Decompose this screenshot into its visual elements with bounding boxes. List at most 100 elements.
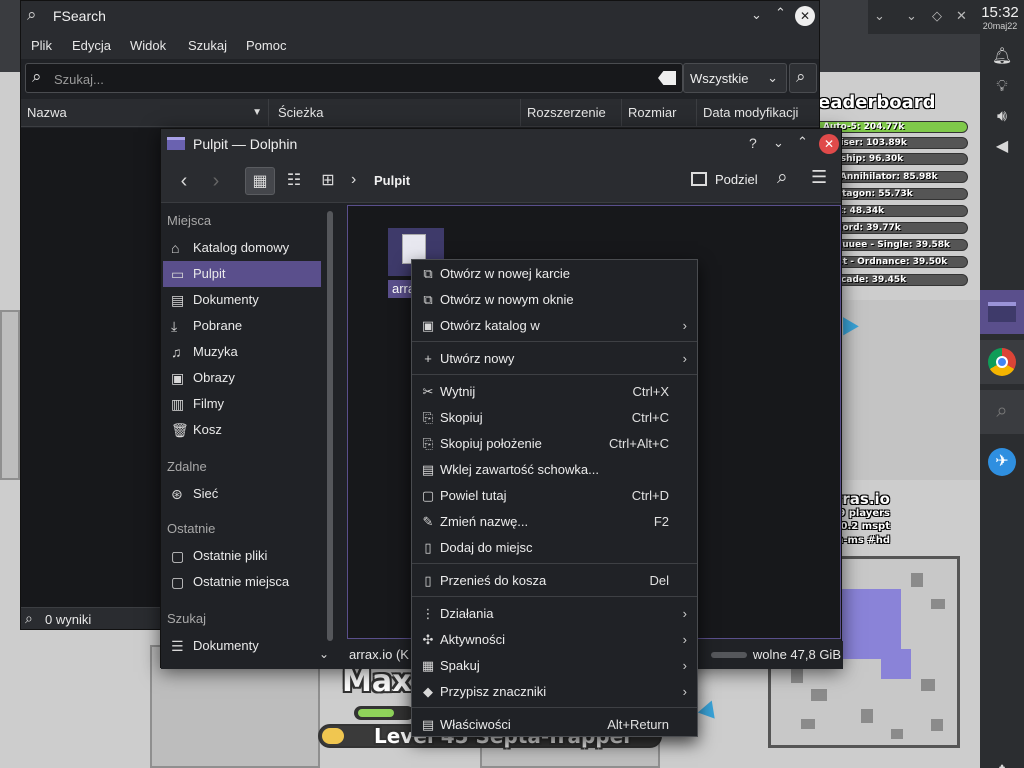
results-count: 0 wyniki bbox=[45, 612, 92, 627]
filter-select[interactable]: Wszystkie ⌄ bbox=[683, 63, 787, 93]
remote-header: Zdalne bbox=[167, 459, 207, 474]
close-icon[interactable]: ✕ bbox=[819, 134, 839, 154]
task-app[interactable]: ✈ bbox=[980, 440, 1024, 484]
folder-icon bbox=[167, 137, 185, 150]
menu-help[interactable]: Pomoc bbox=[246, 38, 286, 53]
sort-down-icon: ▼ bbox=[252, 107, 262, 118]
maximize-icon[interactable]: ⌃ bbox=[775, 5, 786, 21]
search-button[interactable]: ⌕ bbox=[789, 63, 817, 93]
place-trash[interactable]: 🗑︎ Kosz bbox=[163, 417, 321, 443]
menu-move-to-trash[interactable]: ▯ Przenieś do kosza Del bbox=[412, 568, 697, 594]
search-icon: ⌕ bbox=[25, 610, 33, 626]
place-recent-locations[interactable]: ▢ Ostatnie miejsca bbox=[163, 569, 321, 595]
place-label: Obrazy bbox=[193, 370, 235, 385]
shortcut: Ctrl+D bbox=[631, 488, 669, 503]
menu-properties[interactable]: ▤ Właściwości Alt+Return bbox=[412, 712, 697, 738]
col-extension[interactable]: Rozszerzenie bbox=[521, 99, 622, 127]
maximize-icon[interactable]: ⌃ bbox=[797, 134, 808, 150]
menu-open-folder-in[interactable]: ▣ Otwórz katalog w › bbox=[412, 313, 697, 339]
menu-assign-tags[interactable]: ◆ Przypisz znaczniki › bbox=[412, 679, 697, 705]
music-icon: ♫ bbox=[171, 344, 182, 360]
fsearch-titlebar[interactable]: ⌕ FSearch ⌄ ⌃ ✕ bbox=[21, 1, 819, 31]
place-recent-files[interactable]: ▢ Ostatnie pliki bbox=[163, 543, 321, 569]
chevron-down-icon[interactable]: ⌄ bbox=[906, 8, 917, 24]
menu-open-new-window[interactable]: ⧉ Otwórz w nowym oknie bbox=[412, 287, 697, 313]
minimize-icon[interactable]: ⌄ bbox=[773, 135, 784, 151]
copy-location-icon: ⎘ bbox=[422, 436, 434, 451]
plus-icon: + bbox=[424, 351, 432, 366]
chevron-down-icon[interactable]: ⌄ bbox=[874, 8, 885, 24]
menu-open-new-tab[interactable]: ⧉ Otwórz w nowej karcie bbox=[412, 261, 697, 287]
clear-icon[interactable] bbox=[658, 71, 676, 85]
task-fsearch[interactable]: ⌕ bbox=[980, 390, 1024, 434]
place-network[interactable]: ⊛ Sieć bbox=[163, 481, 321, 507]
close-icon[interactable]: ✕ bbox=[795, 6, 815, 26]
shortcut: Ctrl+C bbox=[631, 410, 669, 425]
diamond-icon[interactable]: ◇ bbox=[932, 8, 942, 24]
results-list[interactable] bbox=[21, 128, 161, 608]
actions-icon: ⋮ bbox=[421, 606, 435, 621]
place-videos[interactable]: ▥ Filmy bbox=[163, 391, 321, 417]
place-music[interactable]: ♫ Muzyka bbox=[163, 339, 321, 365]
menu-cut[interactable]: ✂ Wytnij Ctrl+X bbox=[412, 379, 697, 405]
task-chrome[interactable] bbox=[980, 340, 1024, 384]
place-label: Filmy bbox=[193, 396, 225, 411]
menu-file[interactable]: Plik bbox=[31, 38, 52, 53]
forward-button[interactable]: › bbox=[201, 167, 231, 195]
col-size[interactable]: Rozmiar bbox=[622, 99, 697, 127]
chevron-right-icon: › bbox=[351, 171, 357, 188]
task-dolphin[interactable] bbox=[980, 290, 1024, 334]
rename-icon: ✎ bbox=[422, 514, 434, 529]
hamburger-menu-icon[interactable]: ☰ bbox=[811, 167, 827, 188]
breadcrumb[interactable]: Pulpit bbox=[374, 173, 410, 188]
col-name[interactable]: Nazwa ▼ bbox=[21, 99, 269, 127]
split-button[interactable]: Podziel bbox=[715, 172, 758, 187]
col-modified[interactable]: Data modyfikacji bbox=[697, 99, 821, 127]
search-documents[interactable]: ☰ Dokumenty bbox=[163, 633, 321, 659]
move-icon[interactable]: ✥ bbox=[980, 762, 1024, 768]
icons-view-button[interactable]: ▦ bbox=[245, 167, 275, 195]
places-scrollbar[interactable] bbox=[327, 211, 333, 641]
menu-create-new[interactable]: + Utwórz nowy › bbox=[412, 346, 697, 372]
lightbulb-icon[interactable]: 💡︎ bbox=[980, 78, 1024, 96]
close-icon[interactable]: ✕ bbox=[956, 8, 967, 24]
search-input[interactable] bbox=[54, 70, 634, 88]
place-pictures[interactable]: ▣ Obrazy bbox=[163, 365, 321, 391]
new-tab-icon: ⧉ bbox=[423, 266, 433, 281]
place-home[interactable]: ⌂ Katalog domowy bbox=[163, 235, 321, 261]
search-icon[interactable]: ⌕ bbox=[777, 167, 788, 189]
col-path[interactable]: Ścieżka bbox=[272, 99, 521, 127]
menu-edit[interactable]: Edycja bbox=[72, 38, 111, 53]
menu-copy[interactable]: ⎘ Skopiuj Ctrl+C bbox=[412, 405, 697, 431]
menu-actions[interactable]: ⋮ Działania › bbox=[412, 601, 697, 627]
volume-icon[interactable]: 🔊︎ bbox=[980, 108, 1024, 126]
place-documents[interactable]: ▤ Dokumenty bbox=[163, 287, 321, 313]
help-icon[interactable]: ? bbox=[749, 135, 757, 151]
menu-activities[interactable]: ✣ Aktywności › bbox=[412, 627, 697, 653]
details-view-button[interactable]: ☷ bbox=[279, 167, 309, 195]
menu-duplicate[interactable]: ▢ Powiel tutaj Ctrl+D bbox=[412, 483, 697, 509]
menu-add-to-places[interactable]: ▯ Dodaj do miejsc bbox=[412, 535, 697, 561]
home-icon: ⌂ bbox=[171, 240, 180, 256]
place-desktop[interactable]: ▭ Pulpit bbox=[163, 261, 321, 287]
menu-view[interactable]: Widok bbox=[130, 38, 166, 53]
menu-copy-location[interactable]: ⎘ Skopiuj położenie Ctrl+Alt+C bbox=[412, 431, 697, 457]
arrow-left-icon[interactable]: ◀ bbox=[980, 136, 1024, 156]
places-header: Miejsca bbox=[167, 213, 212, 228]
minimize-icon[interactable]: ⌄ bbox=[751, 7, 762, 23]
chevron-right-icon: › bbox=[682, 658, 687, 673]
clock[interactable]: 15:32 20maj22 bbox=[980, 4, 1020, 31]
menu-paste[interactable]: ▤ Wklej zawartość schowka... bbox=[412, 457, 697, 483]
menubar: Plik Edycja Widok Szukaj Pomoc bbox=[21, 31, 819, 59]
menu-rename[interactable]: ✎ Zmień nazwę... F2 bbox=[412, 509, 697, 535]
tree-view-button[interactable]: ⊞ bbox=[313, 167, 343, 195]
clock-date: 20maj22 bbox=[982, 21, 1018, 31]
back-button[interactable]: ‹ bbox=[169, 167, 199, 195]
dolphin-titlebar[interactable]: Pulpit — Dolphin ? ⌄ ⌃ ✕ bbox=[161, 129, 841, 159]
place-label: Katalog domowy bbox=[193, 240, 290, 255]
chevron-down-icon[interactable]: ⌄ bbox=[319, 647, 329, 661]
place-downloads[interactable]: ⤓ Pobrane bbox=[163, 313, 321, 339]
menu-archive[interactable]: ▦ Spakuj › bbox=[412, 653, 697, 679]
menu-search[interactable]: Szukaj bbox=[188, 38, 227, 53]
bell-icon[interactable]: 🔔︎ bbox=[980, 46, 1024, 66]
